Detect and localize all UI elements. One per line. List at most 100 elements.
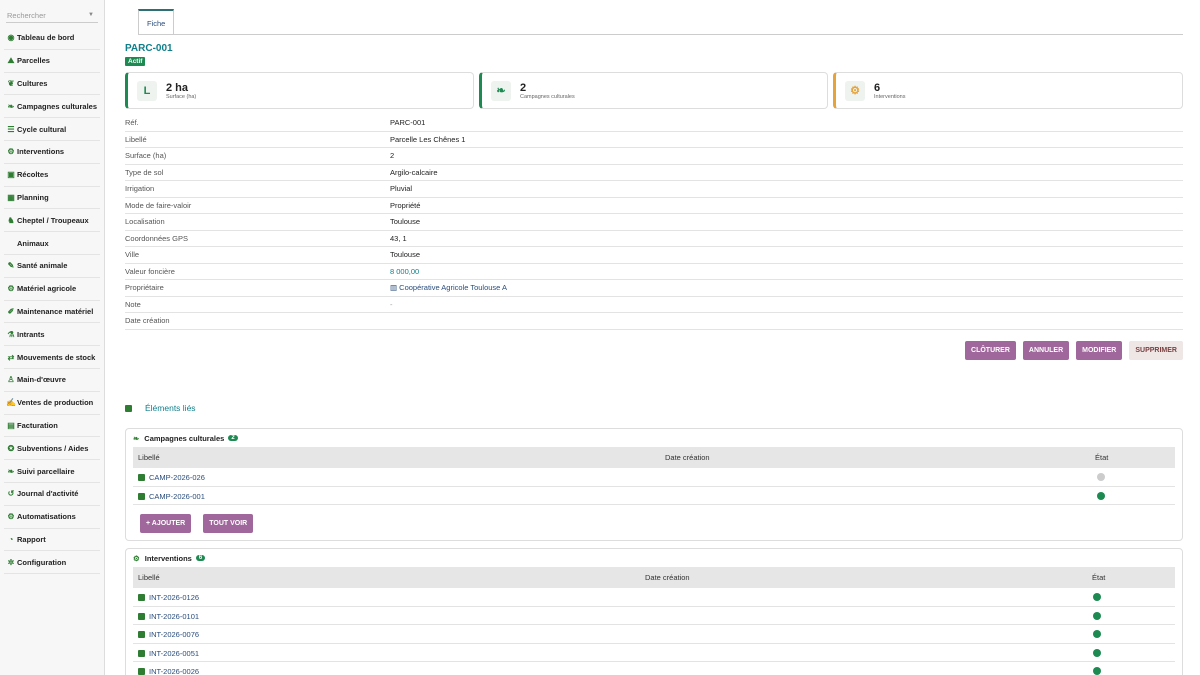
detail-value: - (390, 299, 393, 309)
table-row[interactable]: INT-2026-0051 (133, 644, 1175, 662)
sidebar-item[interactable]: ✐ Maintenance matériel (4, 301, 100, 324)
panel-header: ⚙ Interventions 6 (126, 549, 1182, 567)
record-icon (138, 631, 145, 638)
detail-value: Pluvial (390, 184, 413, 194)
tractor-icon: ⚙ (845, 80, 865, 101)
table-row[interactable]: INT-2026-0126 (133, 588, 1175, 607)
detail-value: Toulouse (390, 250, 421, 260)
cloturer-button[interactable]: CLÔTURER (965, 341, 1016, 360)
interventions-panel: ⚙ Interventions 6 Libellé Date création … (125, 548, 1183, 675)
detail-label: Valeur foncière (125, 266, 175, 276)
harvest-icon: ▣ (7, 170, 15, 180)
sidebar-item[interactable]: ▣ Récoltes (4, 164, 100, 187)
sidebar-item[interactable]: ♙ Main-d'œuvre (4, 369, 100, 392)
sidebar-item[interactable]: ◉ Tableau de bord (4, 27, 100, 50)
record-icon (138, 668, 145, 675)
add-campagne-button[interactable]: + AJOUTER (140, 514, 192, 533)
detail-row: Localisation Toulouse (125, 214, 1183, 231)
stat-value: 2 (520, 81, 527, 94)
panel-buttons: + AJOUTER TOUT VOIR (140, 514, 1182, 533)
sidebar-item[interactable]: ✎ Santé animale (4, 255, 100, 278)
row-link[interactable]: INT-2026-0076 (149, 630, 199, 639)
sidebar-item[interactable]: ▦ Planning (4, 187, 100, 210)
row-link[interactable]: INT-2026-0051 (149, 649, 199, 658)
detail-row: Date création (125, 313, 1183, 330)
owner-name: Coopérative Agricole Toulouse A (399, 283, 508, 293)
sidebar-nav: ◉ Tableau de bord ⛰ Parcelles ❦ Cultures ❧ Camp… (4, 27, 100, 575)
tab-fiche[interactable]: Fiche (138, 9, 175, 35)
sidebar-item-label: Animaux (17, 238, 49, 248)
sidebar-item[interactable]: ⚙ Matériel agricole (4, 278, 100, 301)
detail-value: 2 (390, 151, 395, 161)
sidebar-item-label: Santé animale (17, 261, 68, 271)
sidebar-item[interactable]: ❦ Cultures (4, 73, 100, 96)
table-row[interactable]: CAMP-2026-001 (133, 487, 1175, 505)
detail-value: Propriété (390, 200, 421, 210)
sidebar-item[interactable]: ▤ Facturation (4, 415, 100, 438)
detail-value: Argilo-calcaire (390, 167, 438, 177)
col-libelle[interactable]: Libellé (138, 453, 160, 462)
sidebar-item[interactable]: ⚗ Intrants (4, 323, 100, 347)
detail-label: Surface (ha) (125, 151, 167, 161)
col-etat[interactable]: État (1092, 573, 1105, 582)
status-badge: Actif (125, 57, 146, 66)
detail-label: Réf. (125, 118, 139, 128)
sprout-icon: ❦ (7, 78, 15, 88)
table-row[interactable]: INT-2026-0101 (133, 607, 1175, 625)
exchange-icon: ⇄ (7, 352, 15, 362)
row-link[interactable]: CAMP-2026-026 (149, 473, 205, 482)
sidebar-item[interactable]: ✪ Subventions / Aides (4, 437, 100, 461)
record-icon (138, 492, 145, 500)
sidebar-item[interactable]: ⇄ Mouvements de stock (4, 346, 100, 369)
sidebar-item[interactable]: ☰ Cycle cultural (4, 118, 100, 141)
gear-icon: ✲ (7, 557, 15, 567)
modifier-button[interactable]: MODIFIER (1076, 341, 1123, 360)
row-link[interactable]: CAMP-2026-001 (149, 492, 205, 501)
dashboard-icon: ◉ (7, 33, 15, 43)
chevron-down-icon[interactable]: ▼ (88, 12, 98, 18)
linked-elements-header: Éléments liés (125, 403, 196, 413)
tracking-icon: ❧ (7, 466, 15, 476)
sidebar-item[interactable]: ◔ Rapport (4, 529, 100, 552)
status-dot (1093, 648, 1101, 657)
sidebar-item[interactable]: ♞ Cheptel / Troupeaux (4, 209, 100, 233)
view-all-button[interactable]: TOUT VOIR (203, 514, 254, 533)
sidebar-item[interactable]: ❧ Suivi parcellaire (4, 460, 100, 483)
annuler-button[interactable]: ANNULER (1022, 341, 1070, 360)
col-etat[interactable]: État (1095, 453, 1108, 462)
leaf-icon: ❧ (7, 101, 15, 111)
detail-label: Libellé (125, 134, 147, 144)
detail-value: PARC-001 (390, 118, 426, 128)
sidebar-item[interactable]: ⚙ Automatisations (4, 506, 100, 529)
row-link[interactable]: INT-2026-0126 (149, 593, 199, 602)
sidebar-item[interactable]: ⛰ Parcelles (4, 50, 100, 73)
sidebar: Rechercher ▼ ◉ Tableau de bord ⛰ Parcelles ❦… (0, 0, 105, 675)
sidebar-item[interactable]: ✲ Configuration (4, 551, 100, 575)
detail-label: Ville (125, 250, 140, 260)
table-row[interactable]: INT-2026-0076 (133, 625, 1175, 644)
panel-title: Campagnes culturales (144, 433, 225, 443)
sidebar-item-label: Parcelles (17, 56, 50, 66)
row-link[interactable]: INT-2026-0026 (149, 667, 199, 675)
sidebar-item[interactable]: ❧ Campagnes culturales (4, 95, 100, 119)
sidebar-item[interactable]: ↺ Journal d'activité (4, 483, 100, 506)
report-icon: ◔ (8, 534, 14, 544)
col-date[interactable]: Date création (665, 453, 710, 462)
detail-row: Mode de faire-valoir Propriété (125, 198, 1183, 214)
sidebar-item[interactable]: ✍ Ventes de production (4, 392, 100, 415)
page-title: PARC-001 (125, 43, 173, 54)
owner-link[interactable]: ▥ Coopérative Agricole Toulouse A (390, 283, 507, 292)
stat-card-interventions: ⚙ 6 Interventions (833, 72, 1183, 109)
table-row[interactable]: INT-2026-0026 (133, 662, 1175, 675)
sidebar-item[interactable]: Animaux (4, 232, 100, 255)
table-header: Libellé Date création État (133, 567, 1175, 588)
table-row[interactable]: CAMP-2026-026 (133, 468, 1175, 487)
sidebar-item[interactable]: ⚙ Interventions (4, 141, 100, 164)
history-icon: ↺ (7, 489, 15, 499)
search-input[interactable]: Rechercher ▼ (6, 8, 98, 23)
row-link[interactable]: INT-2026-0101 (149, 612, 199, 621)
supprimer-button[interactable]: SUPPRIMER (1129, 341, 1183, 360)
col-date[interactable]: Date création (645, 573, 690, 582)
tab-bar: Fiche (138, 9, 175, 35)
col-libelle[interactable]: Libellé (138, 573, 160, 582)
